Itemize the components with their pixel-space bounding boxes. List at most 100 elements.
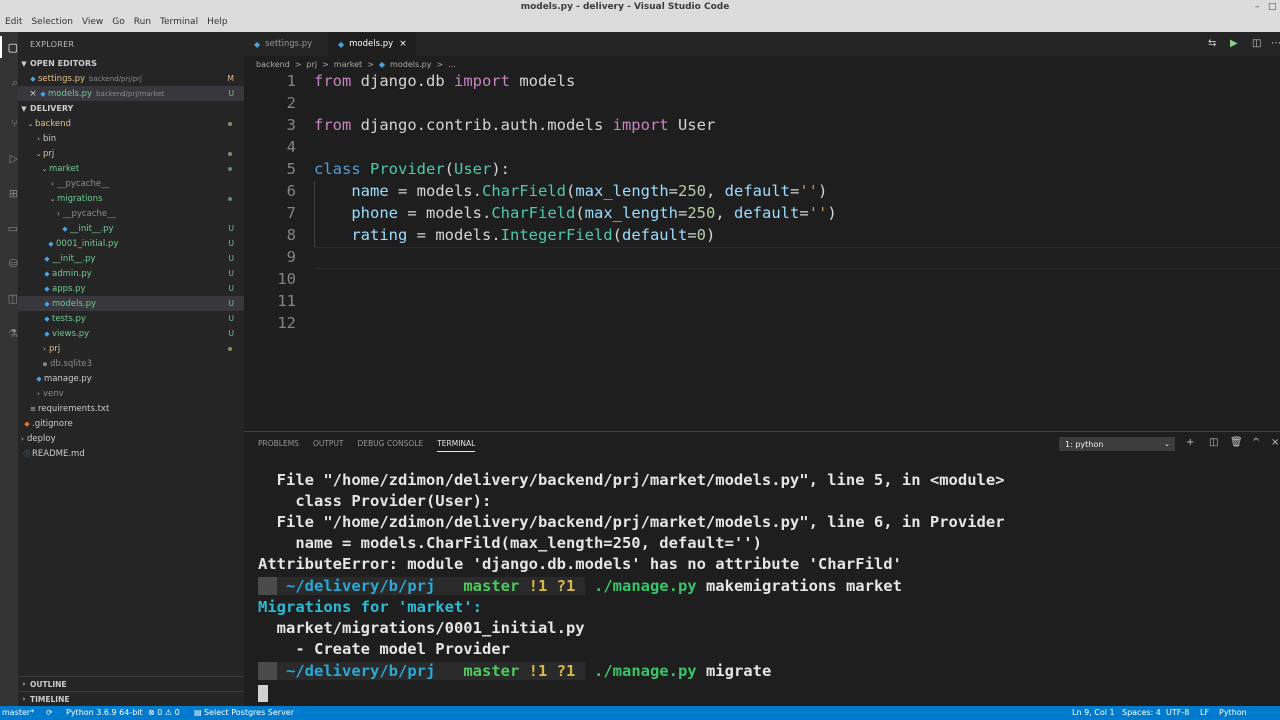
breadcrumb-item[interactable]: market <box>334 60 362 69</box>
minimize-button[interactable]: – <box>1255 2 1260 12</box>
timeline-section[interactable]: › TIMELINE <box>18 691 244 706</box>
tree-folder[interactable]: › venv <box>18 386 244 401</box>
project-header[interactable]: ▼ DELIVERY <box>18 101 244 116</box>
trash-icon[interactable]: 🗑 <box>1230 437 1243 448</box>
modified-badge: M <box>227 74 234 83</box>
terminal-line: File "/home/zdimon/delivery/backend/prj/… <box>258 471 1005 489</box>
close-panel-icon[interactable]: × <box>1271 437 1279 448</box>
python-interpreter[interactable]: Python 3.6.9 64-bit <box>66 708 143 717</box>
line-number: 4 <box>286 138 296 156</box>
tree-file[interactable]: ◆ __init__.py U <box>18 251 244 266</box>
source-control-icon[interactable]: ⑂ <box>0 112 18 134</box>
terminal-select[interactable]: 1: python ⌄ <box>1059 437 1175 451</box>
remote-icon[interactable]: ▭ <box>0 217 18 239</box>
end-of-line[interactable]: LF <box>1200 708 1209 717</box>
info-file-icon: ⓘ <box>23 449 31 458</box>
chevron-down-icon: ▼ <box>21 59 27 68</box>
sync-icon[interactable]: ⟳ <box>46 708 53 717</box>
close-icon[interactable]: × <box>399 39 407 49</box>
vscode-window: { "window": { "title": "models.py - deli… <box>0 0 1280 720</box>
test-icon[interactable]: ⚗ <box>0 322 18 344</box>
split-editor-icon[interactable]: ◫ <box>1252 38 1261 49</box>
line-number: 3 <box>286 116 296 134</box>
run-icon[interactable]: ▶ <box>1230 38 1238 49</box>
tab-terminal[interactable]: TERMINAL <box>437 439 476 452</box>
tree-file[interactable]: ◆ manage.py <box>18 371 244 386</box>
new-terminal-icon[interactable]: + <box>1186 437 1194 448</box>
more-actions-icon[interactable]: ⋯ <box>1271 38 1280 49</box>
search-icon[interactable]: ⌕ <box>0 72 18 94</box>
explorer-icon[interactable]: ▢ <box>0 36 18 58</box>
menu-edit[interactable]: Edit <box>4 17 23 27</box>
tree-folder[interactable]: ⌄ migrations <box>18 191 244 206</box>
extensions-icon[interactable]: ⊞ <box>0 182 18 204</box>
cursor-position[interactable]: Ln 9, Col 1 <box>1072 708 1115 717</box>
menu-selection[interactable]: Selection <box>30 17 73 27</box>
terminal-line: market/migrations/0001_initial.py <box>258 619 585 637</box>
outline-section[interactable]: › OUTLINE <box>18 676 244 691</box>
menu-help[interactable]: Help <box>206 17 229 27</box>
maximize-button[interactable]: □ <box>1268 2 1277 12</box>
breadcrumb-item[interactable]: backend <box>256 60 290 69</box>
open-changes-icon[interactable]: ⇆ <box>1208 38 1216 49</box>
menu-go[interactable]: Go <box>111 17 125 27</box>
breadcrumb-item[interactable]: ... <box>448 60 456 69</box>
language-mode[interactable]: Python <box>1219 708 1247 717</box>
tree-file[interactable]: ◆ 0001_initial.py U <box>18 236 244 251</box>
tree-folder[interactable]: ⌄ market <box>18 161 244 176</box>
tree-folder[interactable]: › prj <box>18 341 244 356</box>
run-debug-icon[interactable]: ▷ <box>0 147 18 169</box>
open-editor-item[interactable]: ◆ settings.py backend/prj/prj M <box>18 71 244 86</box>
close-icon[interactable]: × <box>28 89 38 99</box>
tree-file-selected[interactable]: ◆ models.py U <box>18 296 244 311</box>
open-editor-item[interactable]: × ◆ models.py backend/prj/market U <box>18 86 244 101</box>
tree-file[interactable]: ▪ db.sqlite3 <box>18 356 244 371</box>
tab-problems[interactable]: PROBLEMS <box>258 439 299 452</box>
tree-folder[interactable]: › deploy <box>18 431 244 446</box>
tree-folder[interactable]: › __pycache__ <box>18 176 244 191</box>
breadcrumb-item[interactable]: prj <box>307 60 318 69</box>
sidebar-title: EXPLORER <box>30 40 75 49</box>
tree-file[interactable]: ⓘ README.md <box>18 446 244 461</box>
terminal-panel: PROBLEMS OUTPUT DEBUG CONSOLE TERMINAL 1… <box>244 431 1280 706</box>
problems-count[interactable]: ⊗ 0 ⚠ 0 <box>148 708 180 717</box>
modified-dot <box>228 346 232 351</box>
tree-file[interactable]: ≡ requirements.txt <box>18 401 244 416</box>
tab-debug-console[interactable]: DEBUG CONSOLE <box>358 439 424 452</box>
chevron-right-icon: › <box>51 179 54 188</box>
python-file-icon: ◆ <box>44 269 50 278</box>
breadcrumb-item[interactable]: models.py <box>390 60 431 69</box>
tab-output[interactable]: OUTPUT <box>313 439 344 452</box>
title-bar: models.py - delivery - Visual Studio Cod… <box>0 0 1280 32</box>
tree-file[interactable]: ◆ tests.py U <box>18 311 244 326</box>
terminal-line: - Create model Provider <box>258 640 510 658</box>
postgres-server[interactable]: Select Postgres Server <box>204 708 294 717</box>
tree-folder[interactable]: ⌄ backend <box>18 116 244 131</box>
tree-file[interactable]: ◆ views.py U <box>18 326 244 341</box>
database-icon[interactable]: ⛁ <box>0 252 18 274</box>
maximize-panel-icon[interactable]: ^ <box>1252 437 1260 448</box>
code-editor[interactable]: 1 2 3 4 5 6 7 8 9 10 11 12 from django.d… <box>244 71 1280 431</box>
open-editors-header[interactable]: ▼ OPEN EDITORS <box>18 56 244 71</box>
tree-file[interactable]: ◆ .gitignore <box>18 416 244 431</box>
tree-folder[interactable]: › __pycache__ <box>18 206 244 221</box>
tree-file[interactable]: ◆ apps.py U <box>18 281 244 296</box>
docker-icon[interactable]: ◫ <box>0 287 18 309</box>
tree-file[interactable]: ◆ __init__.py U <box>18 221 244 236</box>
tree-folder[interactable]: › bin <box>18 131 244 146</box>
menu-view[interactable]: View <box>81 17 104 27</box>
tree-file[interactable]: ◆ admin.py U <box>18 266 244 281</box>
encoding[interactable]: UTF-8 <box>1166 708 1189 717</box>
prompt-dir-segment: ~/delivery/b/prj <box>276 577 445 595</box>
indentation[interactable]: Spaces: 4 <box>1122 708 1161 717</box>
python-file-icon: ◆ <box>30 74 36 83</box>
tree-folder[interactable]: ⌄ prj <box>18 146 244 161</box>
git-branch[interactable]: master* <box>2 708 34 717</box>
tab-settings-py[interactable]: ◆ settings.py <box>244 32 328 56</box>
split-terminal-icon[interactable]: ◫ <box>1209 437 1218 448</box>
menu-run[interactable]: Run <box>133 17 152 27</box>
menu-terminal[interactable]: Terminal <box>159 17 199 27</box>
tab-models-py[interactable]: ◆ models.py × <box>328 32 416 56</box>
chevron-down-icon: ⌄ <box>41 164 48 173</box>
terminal-line: class Provider(User): <box>258 492 492 510</box>
